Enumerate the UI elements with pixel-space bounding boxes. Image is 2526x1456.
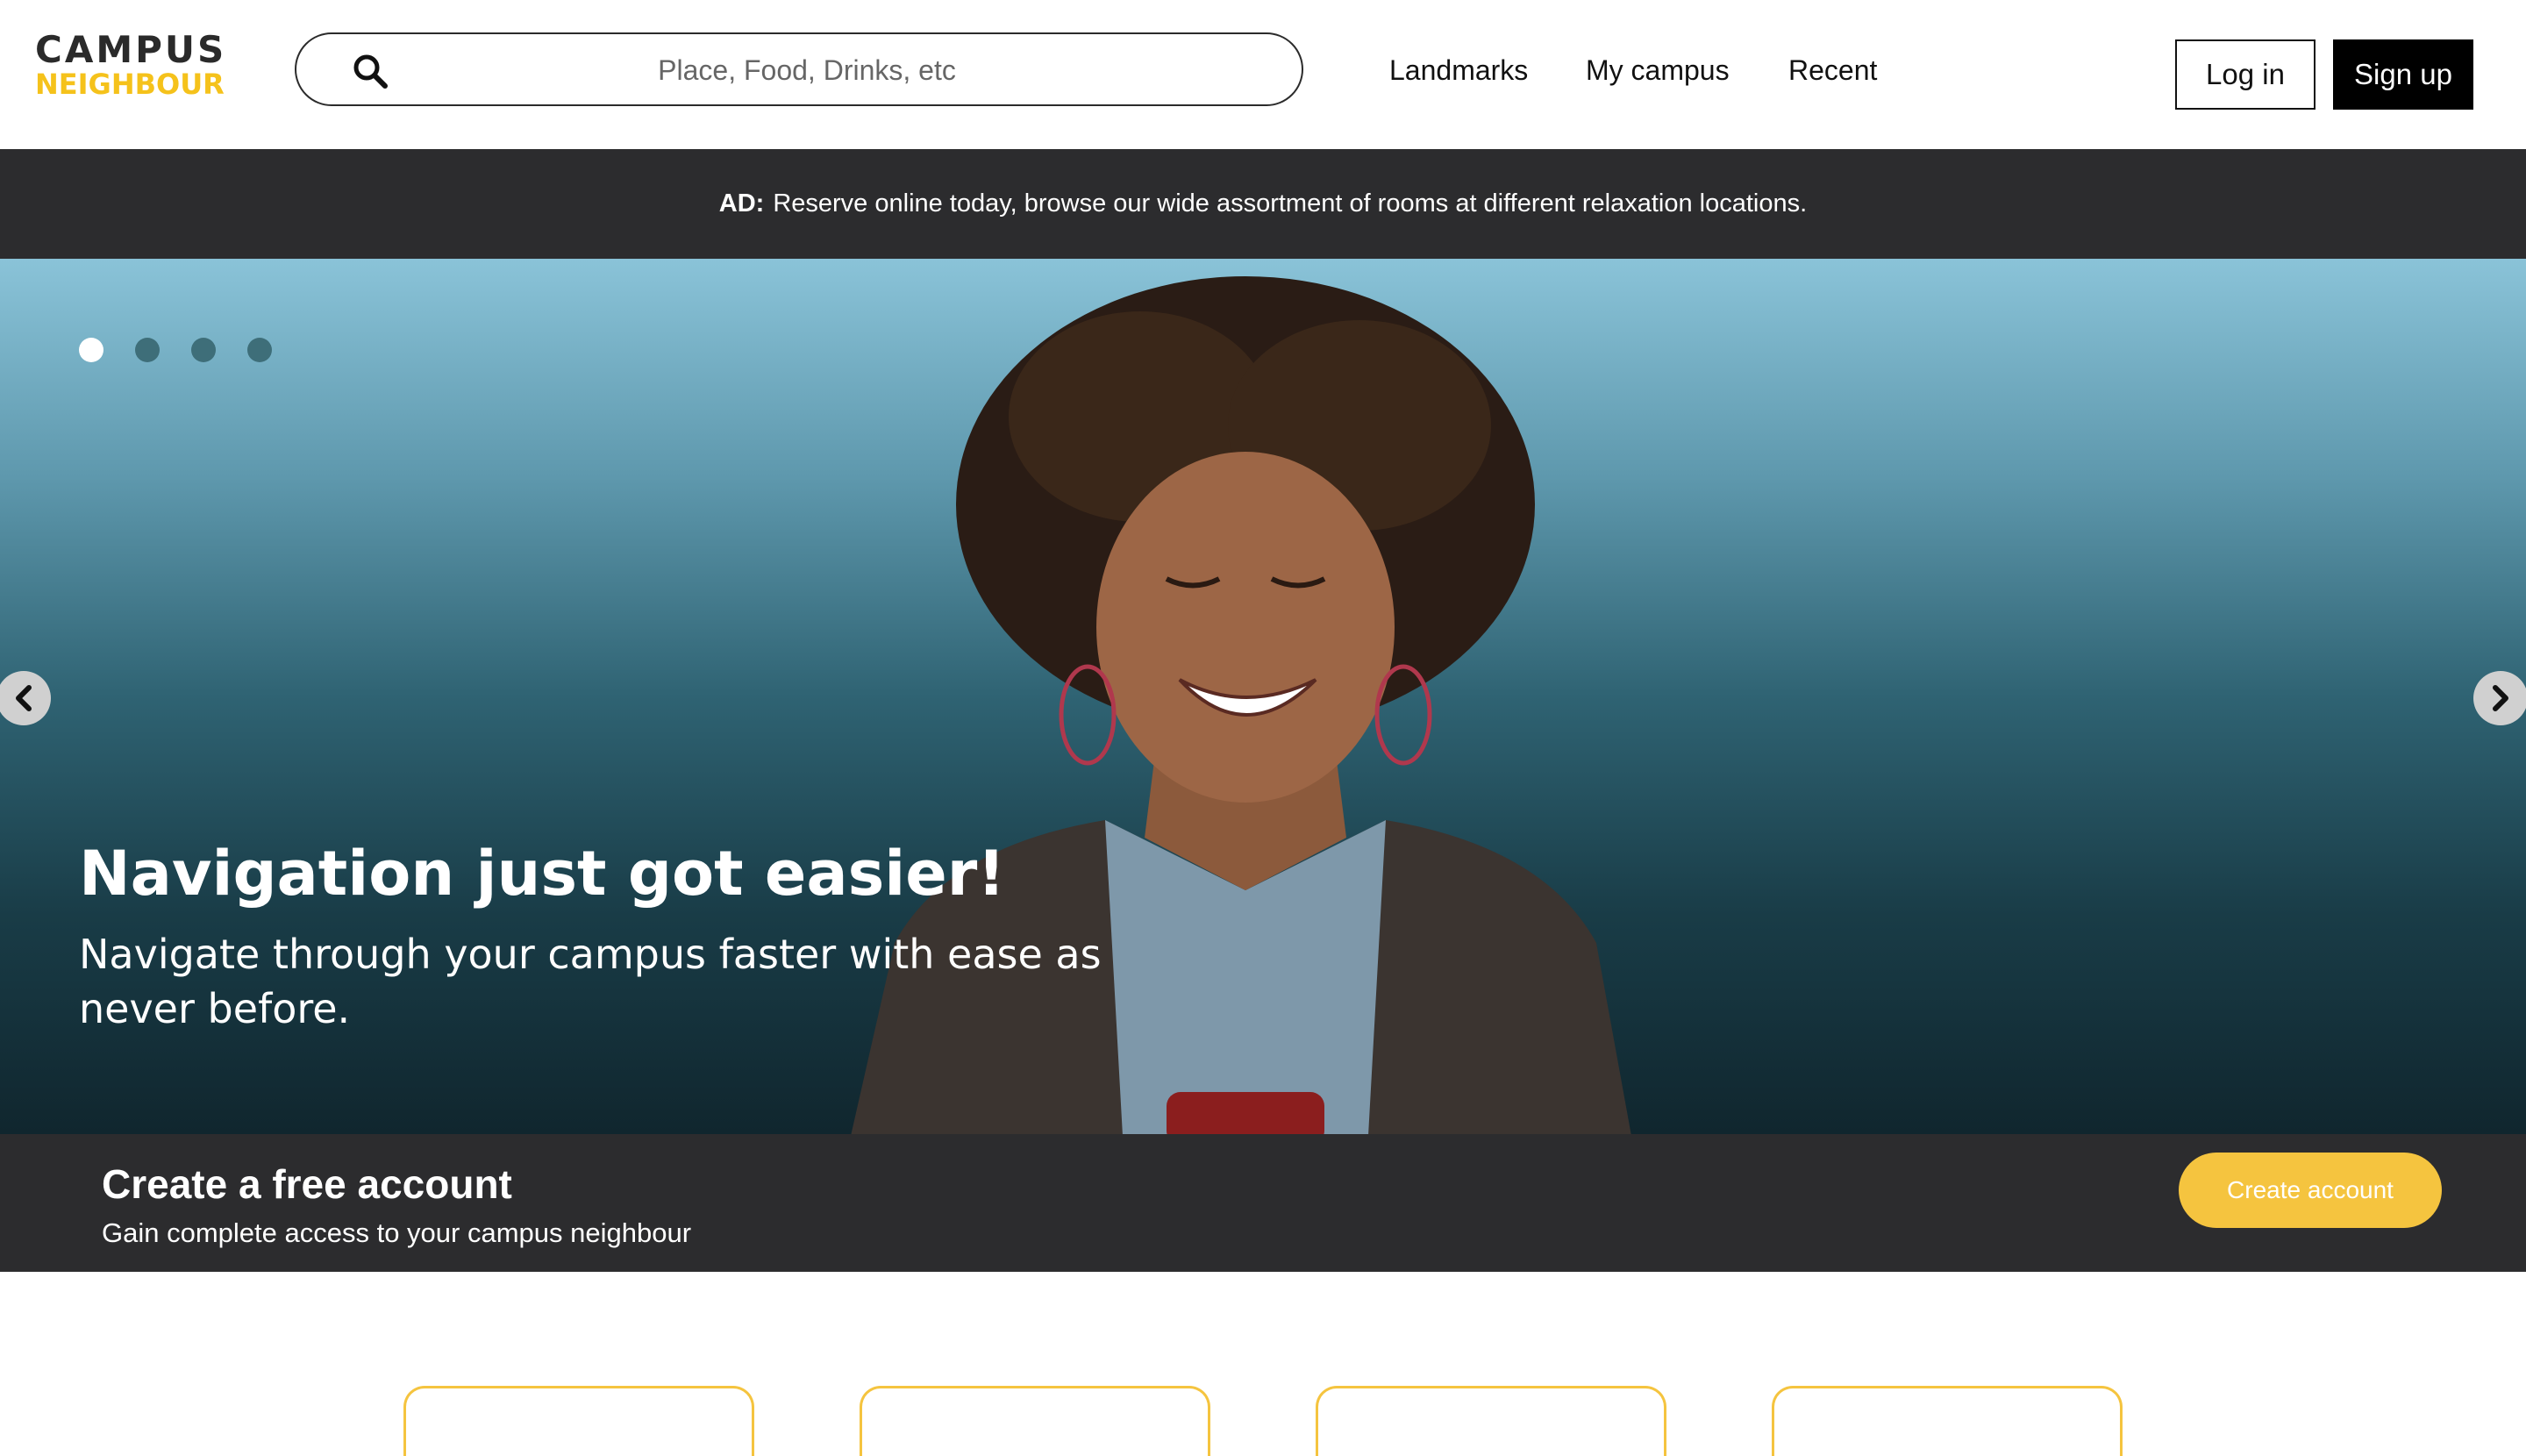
search-icon[interactable]	[351, 52, 389, 90]
chevron-right-icon	[2493, 685, 2508, 711]
signup-button[interactable]: Sign up	[2333, 39, 2473, 110]
cta-title: Create a free account	[102, 1161, 512, 1207]
feature-card-4[interactable]	[1772, 1386, 2123, 1456]
carousel-dot-1[interactable]	[79, 338, 103, 362]
logo-line1: CAMPUS	[35, 28, 227, 71]
ad-banner[interactable]: AD: Reserve online today, browse our wid…	[0, 149, 2526, 259]
logo[interactable]: CAMPUS NEIGHBOUR	[35, 28, 227, 101]
search-bar[interactable]	[295, 32, 1303, 106]
ad-text: Reserve online today, browse our wide as…	[773, 189, 1808, 218]
nav-landmarks[interactable]: Landmarks	[1389, 54, 1528, 87]
carousel-dot-4[interactable]	[247, 338, 272, 362]
login-button[interactable]: Log in	[2175, 39, 2316, 110]
ad-label: AD:	[718, 189, 765, 218]
feature-card-2[interactable]	[860, 1386, 1210, 1456]
nav-recent[interactable]: Recent	[1788, 54, 1877, 87]
hero-title: Navigation just got easier!	[79, 838, 1006, 910]
carousel-prev-button[interactable]	[0, 671, 51, 725]
carousel-next-button[interactable]	[2473, 671, 2526, 725]
chevron-left-icon	[16, 685, 32, 711]
cta-subtitle: Gain complete access to your campus neig…	[102, 1217, 692, 1248]
hero-subtitle: Navigate through your campus faster with…	[79, 931, 1102, 1032]
create-account-button[interactable]: Create account	[2179, 1153, 2442, 1228]
top-header: CAMPUS NEIGHBOUR Landmarks My campus Rec…	[0, 0, 2526, 149]
carousel-dot-2[interactable]	[135, 338, 160, 362]
logo-line2: NEIGHBOUR	[35, 68, 225, 101]
search-input[interactable]	[410, 43, 1203, 97]
nav-my-campus[interactable]: My campus	[1586, 54, 1730, 87]
hero-carousel: Navigation just got easier! Navigate thr…	[0, 259, 2526, 1134]
carousel-indicators	[79, 338, 272, 362]
feature-card-1[interactable]	[403, 1386, 754, 1456]
carousel-dot-3[interactable]	[191, 338, 216, 362]
feature-card-3[interactable]	[1316, 1386, 1666, 1456]
signup-cta-band: Create a free account Gain complete acce…	[0, 1134, 2526, 1272]
